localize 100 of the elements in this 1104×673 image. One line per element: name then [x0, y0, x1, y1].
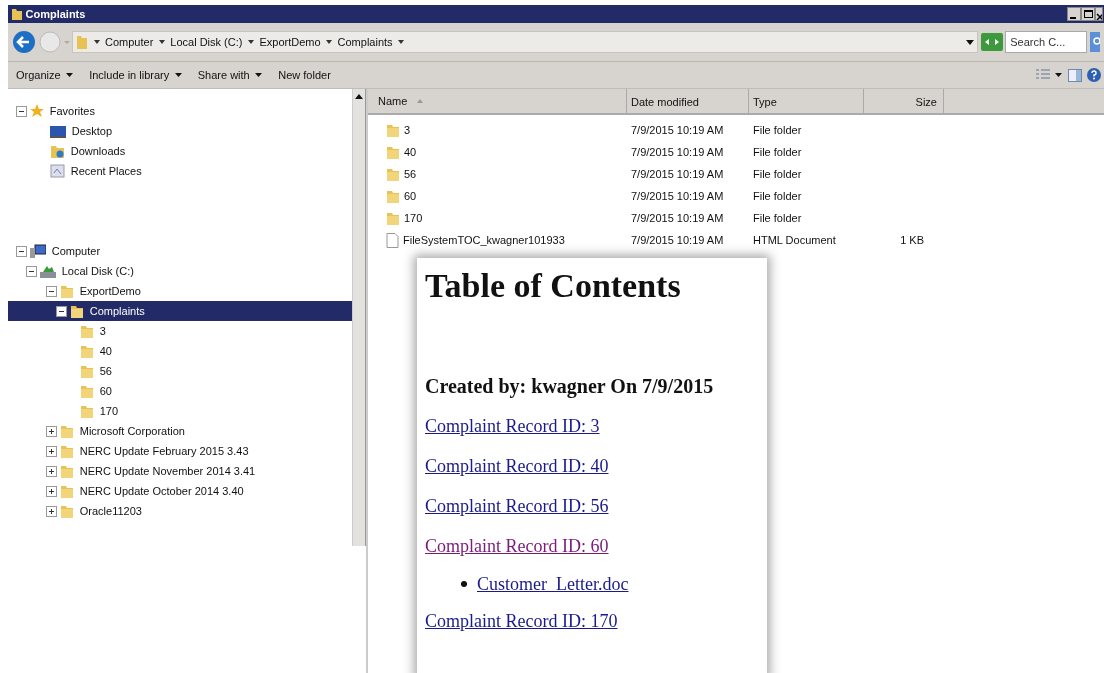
maximize-button[interactable]	[1081, 7, 1096, 21]
file-name[interactable]: 40	[404, 143, 417, 161]
table-cell-text: 7/9/2015 10:19 AM	[630, 144, 725, 160]
folder-icon	[386, 211, 400, 225]
folder-icon	[386, 145, 400, 159]
table-cell-text: 1 KB	[899, 232, 925, 248]
window-title: Complaints	[25, 6, 86, 22]
document-icon	[386, 232, 399, 248]
tree-item[interactable]: ExportDemo	[8, 281, 352, 301]
refresh-button[interactable]	[980, 33, 1003, 51]
column-header[interactable]: Name	[368, 89, 627, 113]
help-icon[interactable]	[1087, 68, 1102, 82]
star-icon	[30, 104, 44, 118]
toolbar-button[interactable]: Share with	[189, 66, 271, 84]
toolbar-button[interactable]: Organize	[8, 66, 82, 84]
column-header[interactable]: Type	[749, 89, 864, 113]
desktop-icon	[50, 124, 66, 138]
minimize-button[interactable]	[1067, 7, 1082, 21]
search-field[interactable]: Search C...	[1005, 31, 1088, 53]
file-name[interactable]: 56	[404, 165, 417, 183]
breadcrumb-link[interactable]: Complaints	[337, 33, 393, 51]
caret-icon[interactable]	[255, 73, 263, 77]
back-button[interactable]	[12, 30, 36, 54]
folder-icon	[60, 424, 74, 438]
page-link[interactable]: Complaint Record ID: 60	[425, 532, 609, 560]
caret-icon[interactable]	[66, 73, 74, 77]
expand-icon[interactable]	[46, 445, 57, 457]
file-name[interactable]: 60	[404, 187, 417, 205]
expand-icon[interactable]	[46, 485, 57, 497]
crumb-caret-icon[interactable]	[158, 40, 165, 44]
table-cell-text: File folder	[752, 144, 803, 160]
expand-icon[interactable]	[46, 465, 57, 477]
tree-item[interactable]: 60	[8, 381, 352, 401]
minimize-icon	[1070, 16, 1079, 20]
expand-icon[interactable]	[46, 425, 57, 437]
toolbar-button[interactable]: Include in library	[81, 66, 190, 84]
file-name[interactable]: FileSystemTOC_kwagner101933	[403, 231, 565, 249]
collapse-icon[interactable]	[56, 305, 67, 317]
folder-icon	[60, 504, 74, 518]
dropdown-caret-icon[interactable]	[966, 39, 974, 45]
folder-icon	[76, 34, 88, 50]
crumb-caret-icon[interactable]	[398, 40, 405, 44]
breadcrumb-link[interactable]: Local Disk (C:)	[170, 33, 243, 51]
collapse-icon[interactable]	[26, 265, 37, 277]
tree-item[interactable]: Local Disk (C:)	[8, 261, 352, 281]
tree-item[interactable]: Oracle11203	[8, 501, 352, 521]
drive-icon	[40, 264, 56, 278]
address-bar[interactable]: Computer Local Disk (C:) ExportDemo Complaints	[72, 31, 978, 53]
table-cell-text: HTML Document	[752, 232, 837, 248]
folder-icon	[50, 144, 65, 158]
close-button[interactable]	[1095, 7, 1104, 21]
breadcrumb-link[interactable]: ExportDemo	[259, 33, 321, 51]
toolbar-button[interactable]: New folder	[270, 66, 339, 84]
column-header[interactable]: Date modified	[627, 89, 749, 113]
folder-icon	[386, 189, 400, 203]
folder-icon	[70, 304, 84, 318]
expand-icon[interactable]	[46, 505, 57, 517]
crumb-caret-icon[interactable]	[247, 40, 254, 44]
column-header[interactable]: Size	[864, 89, 944, 113]
tree-item[interactable]: NERC Update February 2015 3.43	[8, 441, 352, 461]
tree-item[interactable]: Favorites	[8, 101, 352, 121]
page-link[interactable]: Complaint Record ID: 40	[425, 452, 609, 480]
tree-item[interactable]: Desktop	[8, 121, 352, 141]
tree-item[interactable]: 3	[8, 321, 352, 341]
breadcrumb-link[interactable]: Computer	[105, 33, 154, 51]
maximize-icon	[1083, 10, 1093, 18]
tree-item[interactable]: 40	[8, 341, 352, 361]
file-name[interactable]: 170	[404, 209, 423, 227]
table-cell-text: File folder	[752, 166, 803, 182]
page-link[interactable]: Customer_Letter.doc	[477, 570, 629, 598]
tree-item[interactable]: Complaints	[8, 301, 352, 321]
tree-item[interactable]: Recent Places	[8, 161, 352, 181]
scrollbar[interactable]	[352, 89, 366, 546]
view-caret-icon[interactable]	[1055, 73, 1063, 77]
folder-icon	[80, 364, 94, 378]
collapse-icon[interactable]	[46, 285, 57, 297]
tree-item[interactable]: 56	[8, 361, 352, 381]
table-cell-text: 7/9/2015 10:19 AM	[630, 166, 725, 182]
folder-icon	[10, 7, 23, 21]
crumb-caret-icon[interactable]	[93, 40, 100, 44]
folder-icon	[386, 123, 400, 137]
page-subheading: Created by: kwagner On 7/9/2015	[425, 373, 715, 400]
search-icon[interactable]	[1090, 32, 1100, 52]
tree-item[interactable]: 170	[8, 401, 352, 421]
sort-icon	[417, 99, 424, 103]
page-link[interactable]: Complaint Record ID: 3	[425, 412, 600, 440]
tree-item[interactable]: Computer	[8, 241, 352, 261]
table-cell-text: 7/9/2015 10:19 AM	[630, 188, 725, 204]
page-link[interactable]: Complaint Record ID: 170	[425, 607, 618, 635]
collapse-icon[interactable]	[16, 245, 27, 257]
tree-item[interactable]: NERC Update November 2014 3.41	[8, 461, 352, 481]
tree-item[interactable]: Downloads	[8, 141, 352, 161]
tree-item[interactable]: NERC Update October 2014 3.40	[8, 481, 352, 501]
crumb-caret-icon[interactable]	[326, 40, 333, 44]
file-name[interactable]: 3	[404, 121, 411, 139]
page-link[interactable]: Complaint Record ID: 56	[425, 492, 609, 520]
caret-icon[interactable]	[174, 73, 182, 77]
table-cell-text: File folder	[752, 122, 803, 138]
tree-item[interactable]: Microsoft Corporation	[8, 421, 352, 441]
collapse-icon[interactable]	[16, 105, 27, 117]
